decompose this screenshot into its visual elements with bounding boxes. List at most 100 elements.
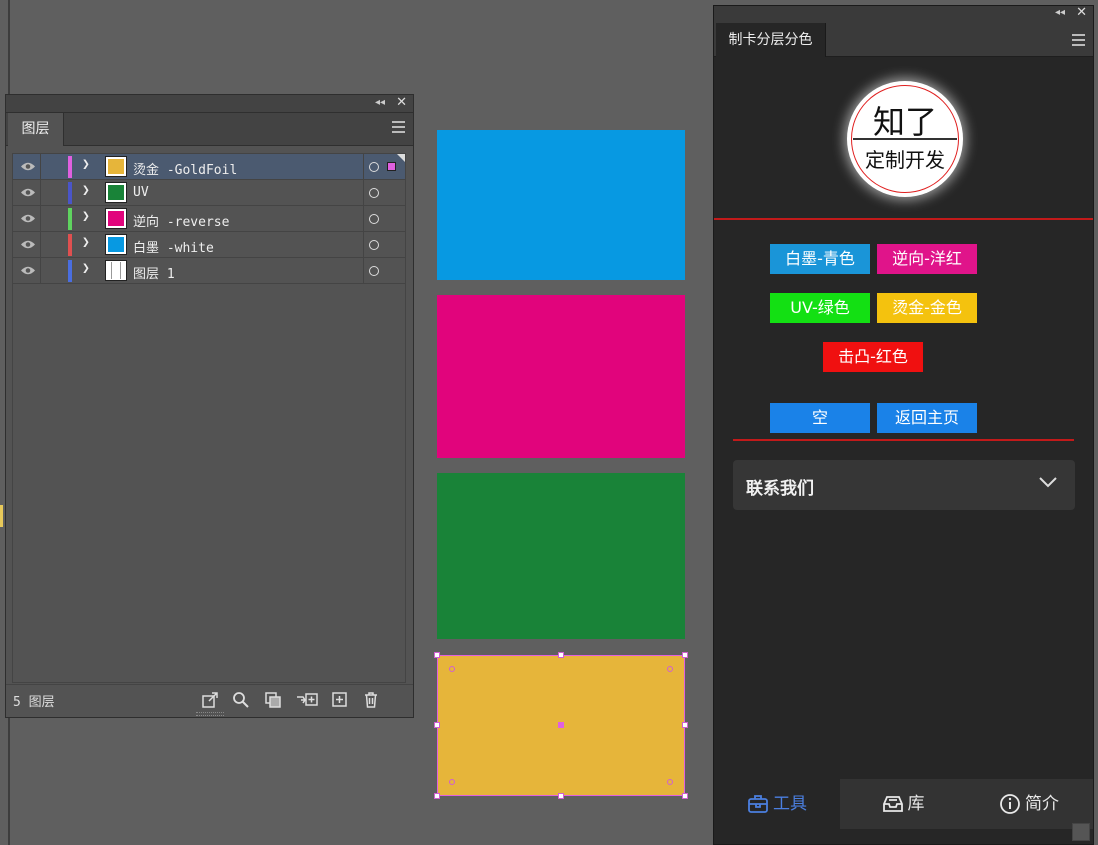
- target-circle-icon[interactable]: [369, 266, 379, 276]
- reverse-rectangle[interactable]: [437, 295, 685, 458]
- layers-panel: ◂◂ ✕ 图层 ❯ 烫金 -GoldFoil ❯ UV ❯ 逆向 -reverse ❯ 白墨 …: [5, 94, 414, 718]
- plugin-tabbar: 制卡分层分色: [714, 23, 1093, 57]
- layer-name[interactable]: UV: [133, 185, 149, 200]
- close-icon[interactable]: ✕: [396, 95, 407, 110]
- panel-resize-grip[interactable]: [196, 712, 224, 716]
- divider-line: [733, 439, 1074, 441]
- layer-thumbnail: [105, 182, 127, 203]
- visibility-eye-icon[interactable]: [20, 187, 36, 198]
- tab-layers[interactable]: 图层: [8, 113, 64, 146]
- collapse-icon[interactable]: ◂◂: [375, 97, 385, 108]
- emboss-red-button[interactable]: 击凸-红色: [823, 342, 923, 372]
- layer-row[interactable]: ❯ 烫金 -GoldFoil: [13, 154, 405, 180]
- layer-color-bar: [68, 260, 72, 282]
- foil-gold-button[interactable]: 烫金-金色: [877, 293, 977, 323]
- layer-name[interactable]: 图层 1: [133, 263, 175, 282]
- layer-name[interactable]: 烫金 -GoldFoil: [133, 159, 237, 178]
- chevron-right-icon[interactable]: ❯: [82, 235, 90, 250]
- new-sublayer-icon[interactable]: [296, 691, 318, 709]
- selection-handle[interactable]: [682, 722, 688, 728]
- nav-about-label: 简介: [1025, 794, 1059, 814]
- chevron-right-icon[interactable]: ❯: [82, 157, 90, 172]
- target-circle-icon[interactable]: [369, 214, 379, 224]
- column-separator: [363, 206, 364, 232]
- divider-line: [714, 218, 1093, 220]
- nav-tools[interactable]: 工具: [714, 779, 840, 829]
- selection-indicator[interactable]: [387, 162, 396, 171]
- export-icon[interactable]: [201, 691, 219, 709]
- selection-handle[interactable]: [682, 652, 688, 658]
- target-circle-icon[interactable]: [369, 240, 379, 250]
- layer-thumbnail: [105, 260, 127, 281]
- info-icon: [1000, 794, 1020, 814]
- tab-card-separation[interactable]: 制卡分层分色: [716, 23, 826, 57]
- white-cyan-button[interactable]: 白墨-青色: [770, 244, 870, 274]
- current-layer-corner: [397, 154, 405, 162]
- zhiliao-logo: 知了 定制开发: [847, 81, 963, 197]
- column-separator: [40, 232, 41, 258]
- layer-row[interactable]: ❯ 图层 1: [13, 258, 405, 284]
- new-layer-icon[interactable]: [331, 691, 349, 709]
- contact-accordion[interactable]: 联系我们: [733, 460, 1075, 510]
- nav-about[interactable]: 简介: [966, 779, 1092, 829]
- visibility-eye-icon[interactable]: [20, 161, 36, 172]
- chevron-down-icon: [1039, 477, 1057, 488]
- chevron-right-icon[interactable]: ❯: [82, 183, 90, 198]
- layer-list: ❯ 烫金 -GoldFoil ❯ UV ❯ 逆向 -reverse ❯ 白墨 -white ❯ 图…: [12, 153, 406, 683]
- panel-tabbar: 图层: [6, 113, 413, 146]
- panel-menu-icon[interactable]: [392, 121, 405, 133]
- reverse-magenta-button[interactable]: 逆向-洋红: [877, 244, 977, 274]
- corner-widget[interactable]: [449, 779, 455, 785]
- corner-widget[interactable]: [667, 666, 673, 672]
- plugin-title-bar[interactable]: ◂◂ ✕: [714, 5, 1093, 23]
- layer-color-bar: [68, 156, 72, 178]
- goldfoil-rectangle-selected[interactable]: [434, 652, 688, 799]
- nav-tools-label: 工具: [773, 794, 807, 814]
- column-separator: [40, 154, 41, 180]
- column-separator: [40, 258, 41, 284]
- nav-library[interactable]: 库: [840, 779, 966, 829]
- panel-title-bar[interactable]: ◂◂ ✕: [6, 95, 413, 113]
- layer-row[interactable]: ❯ 白墨 -white: [13, 232, 405, 258]
- selection-handle[interactable]: [434, 793, 440, 799]
- layer-name[interactable]: 逆向 -reverse: [133, 211, 229, 230]
- selection-handle[interactable]: [682, 793, 688, 799]
- chevron-right-icon[interactable]: ❯: [82, 209, 90, 224]
- panel-menu-icon[interactable]: [1072, 34, 1085, 46]
- selection-handle[interactable]: [434, 722, 440, 728]
- target-circle-icon[interactable]: [369, 188, 379, 198]
- trash-icon[interactable]: [362, 691, 380, 709]
- home-button[interactable]: 返回主页: [877, 403, 977, 433]
- center-point: [558, 722, 564, 728]
- layer-row[interactable]: ❯ 逆向 -reverse: [13, 206, 405, 232]
- selection-handle[interactable]: [434, 652, 440, 658]
- empty-button[interactable]: 空: [770, 403, 870, 433]
- target-circle-icon[interactable]: [369, 162, 379, 172]
- resize-corner[interactable]: [1072, 823, 1090, 841]
- clip-mask-icon[interactable]: [264, 691, 282, 709]
- search-icon[interactable]: [232, 691, 250, 709]
- white-ink-rectangle[interactable]: [437, 130, 685, 280]
- selection-handle[interactable]: [558, 652, 564, 658]
- layer-color-bar: [68, 208, 72, 230]
- visibility-eye-icon[interactable]: [20, 239, 36, 250]
- visibility-eye-icon[interactable]: [20, 265, 36, 276]
- corner-widget[interactable]: [449, 666, 455, 672]
- uv-green-button[interactable]: UV-绿色: [770, 293, 870, 323]
- uv-rectangle[interactable]: [437, 473, 685, 639]
- plugin-panel: ◂◂ ✕ 制卡分层分色 知了 定制开发 白墨-青色 逆向-洋红 UV-绿色 烫金…: [713, 5, 1094, 845]
- layer-color-bar: [68, 234, 72, 256]
- collapse-icon[interactable]: ◂◂: [1055, 7, 1065, 18]
- layer-name[interactable]: 白墨 -white: [133, 237, 214, 256]
- layer-thumbnail: [105, 234, 127, 255]
- toolbox-icon: [748, 795, 768, 813]
- corner-widget[interactable]: [667, 779, 673, 785]
- selection-handle[interactable]: [558, 793, 564, 799]
- column-separator: [363, 232, 364, 258]
- chevron-right-icon[interactable]: ❯: [82, 261, 90, 276]
- layer-row[interactable]: ❯ UV: [13, 180, 405, 206]
- close-icon[interactable]: ✕: [1076, 5, 1087, 20]
- layer-thumbnail: [105, 208, 127, 229]
- logo-title: 知了: [872, 103, 937, 141]
- visibility-eye-icon[interactable]: [20, 213, 36, 224]
